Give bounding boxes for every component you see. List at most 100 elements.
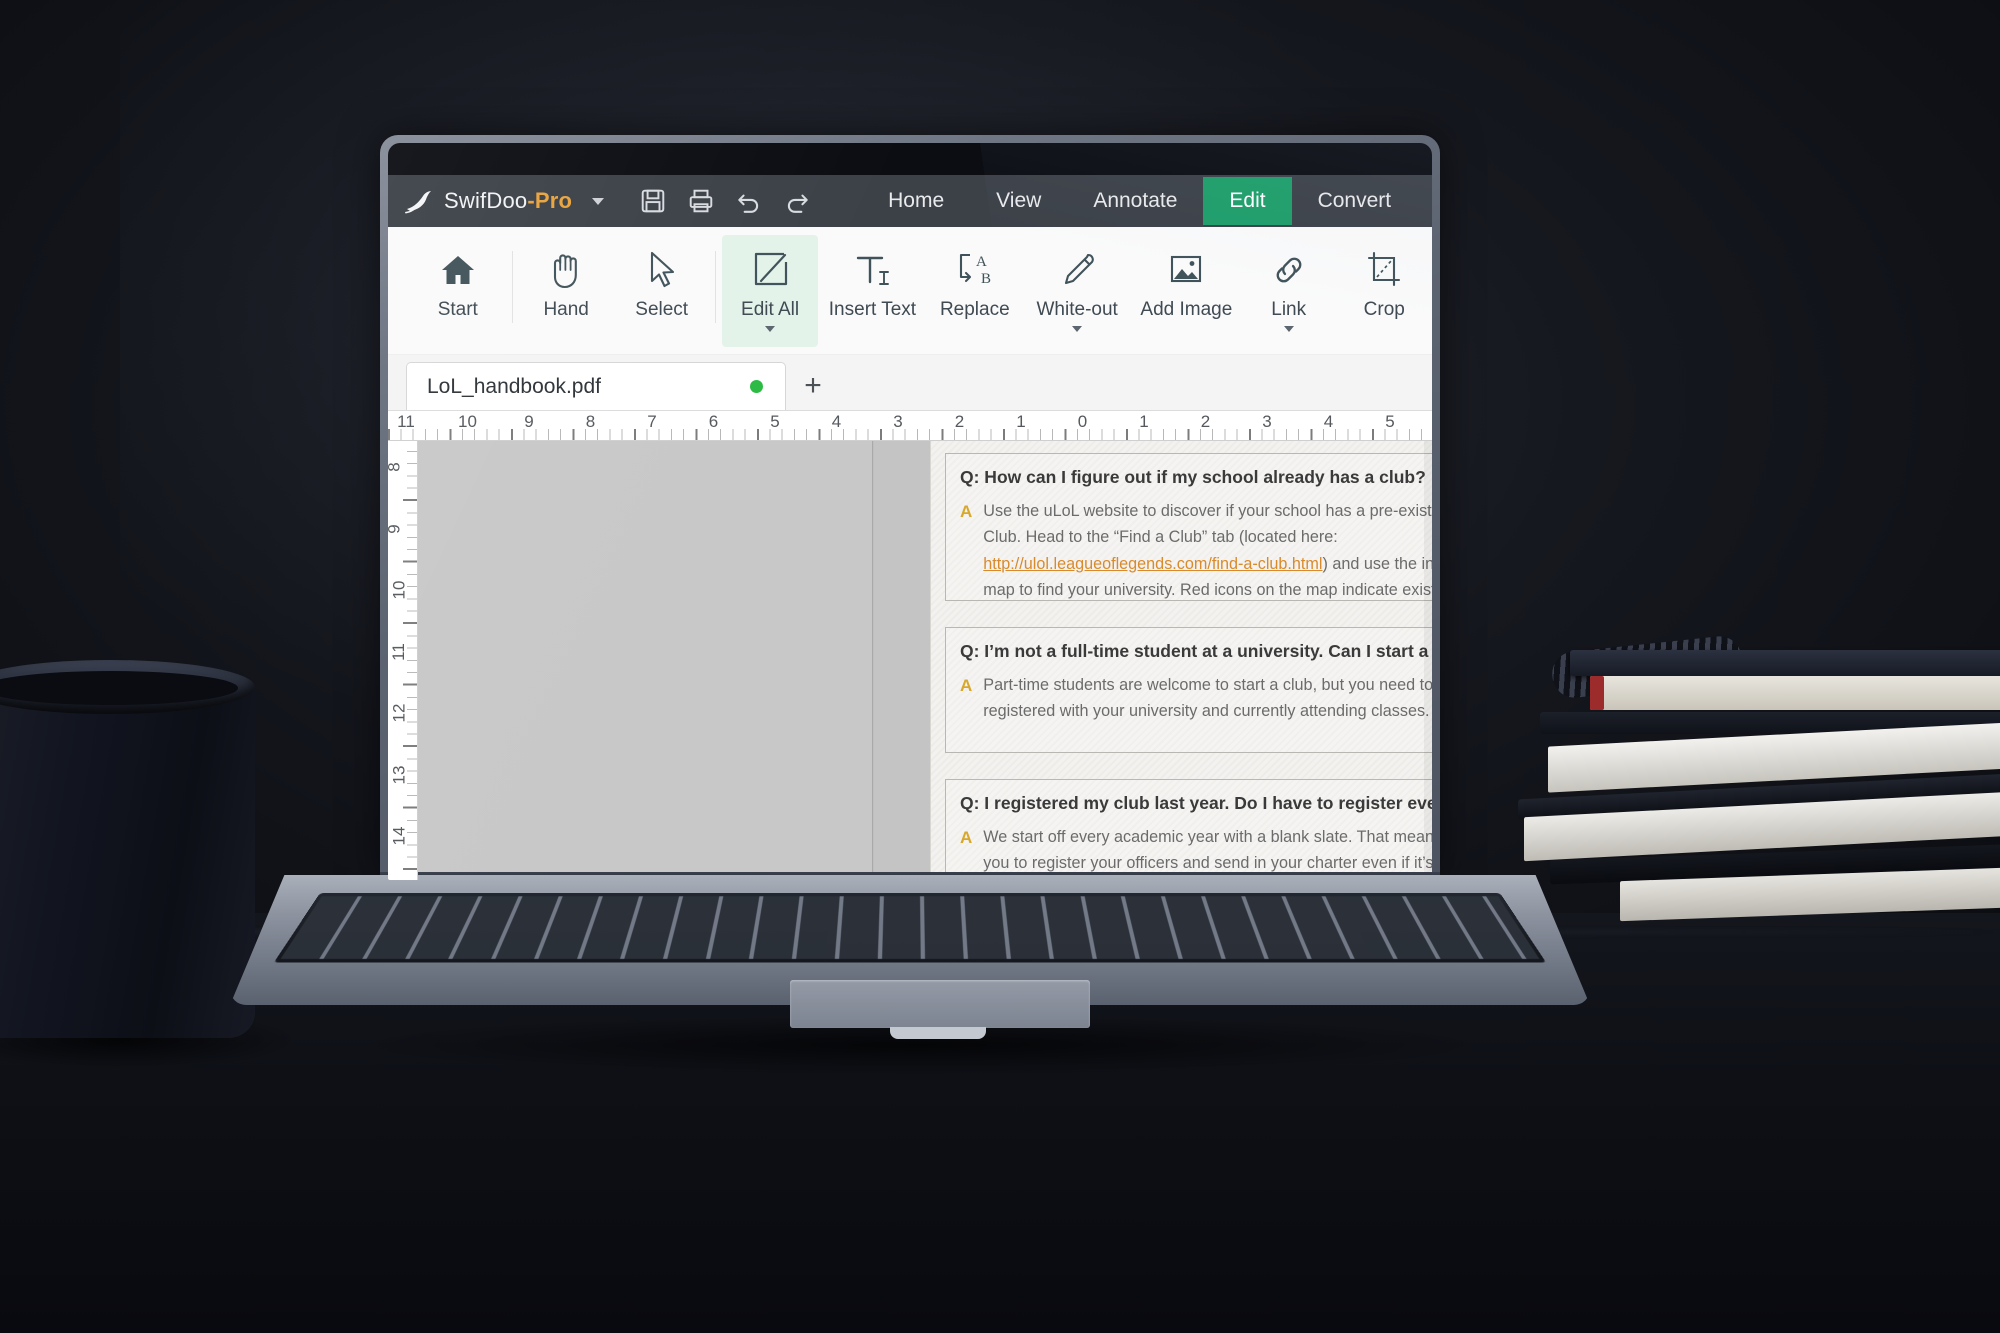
add-tab-button[interactable]: + bbox=[786, 362, 840, 410]
print-icon[interactable] bbox=[688, 188, 714, 214]
tool-label: Start bbox=[437, 299, 478, 320]
hruler-label: 1 bbox=[1139, 412, 1149, 431]
tool-replace[interactable]: A B Replace bbox=[927, 235, 1023, 347]
hruler-label: 2 bbox=[954, 412, 965, 431]
tool-dropdown-caret-icon[interactable] bbox=[1283, 326, 1294, 332]
faq-block[interactable]: Q: I’m not a full-time student at a univ… bbox=[945, 627, 1432, 753]
document-work-area: 1110987654321012345678910111213 89101112… bbox=[388, 411, 1432, 880]
vruler-label: 14 bbox=[389, 826, 409, 846]
hruler-label: 6 bbox=[708, 412, 719, 431]
tool-insert-text[interactable]: Insert Text bbox=[818, 235, 927, 347]
laptop: SwifDoo-Pro Home View Annotate Edit Conv… bbox=[230, 135, 1590, 1075]
link-icon bbox=[1269, 247, 1309, 293]
document-tab-strip: LoL_handbook.pdf + bbox=[388, 355, 1432, 411]
faq-answer-text: Part-time students are welcome to start … bbox=[983, 672, 1432, 724]
faq-block[interactable]: Q: How can I figure out if my school alr… bbox=[945, 453, 1432, 601]
hruler-label: 10 bbox=[458, 412, 477, 431]
faq-answer-pre: Part-time students are welcome to start … bbox=[983, 676, 1432, 721]
pdf-canvas[interactable]: Q: How can I figure out if my school alr… bbox=[418, 441, 1432, 880]
horizontal-ruler: 1110987654321012345678910111213 bbox=[388, 411, 1432, 441]
swifdoo-logo-icon bbox=[405, 191, 431, 214]
photo-scene: SwifDoo-Pro Home View Annotate Edit Conv… bbox=[0, 0, 2000, 1333]
document-tab-label: LoL_handbook.pdf bbox=[427, 374, 601, 398]
tool-select[interactable]: Select bbox=[614, 235, 710, 347]
tool-edit-all[interactable]: Edit All bbox=[722, 235, 818, 347]
faq-answer-row: A Part-time students are welcome to start… bbox=[960, 672, 1432, 724]
faq-answer-text: Use the uLoL website to discover if your… bbox=[983, 498, 1432, 600]
vertical-ruler: 891011121314151617 bbox=[388, 441, 418, 880]
laptop-screen-bezel: SwifDoo-Pro Home View Annotate Edit Conv… bbox=[388, 143, 1432, 880]
vruler-label: 8 bbox=[388, 462, 405, 471]
tool-label: Crop bbox=[1363, 299, 1405, 320]
undo-icon[interactable] bbox=[736, 188, 762, 214]
hruler-label: 1 bbox=[1016, 412, 1026, 431]
laptop-trackpad bbox=[790, 980, 1090, 1028]
tool-white-out[interactable]: White-out bbox=[1023, 235, 1132, 347]
tool-crop[interactable]: Crop bbox=[1336, 235, 1432, 347]
brand[interactable]: SwifDoo-Pro bbox=[404, 188, 605, 214]
tool-label: White-out bbox=[1036, 299, 1118, 320]
tool-link[interactable]: Link bbox=[1241, 235, 1337, 347]
document-tab[interactable]: LoL_handbook.pdf bbox=[406, 362, 786, 410]
canvas-scrollbar[interactable] bbox=[1424, 441, 1432, 880]
hruler-label: 11 bbox=[397, 412, 415, 431]
faq-answer-marker: A bbox=[960, 502, 973, 522]
hruler-label: 5 bbox=[770, 412, 780, 431]
hruler-label: 4 bbox=[831, 412, 842, 431]
laptop-lid-notch bbox=[890, 1027, 986, 1039]
tool-hand[interactable]: Hand bbox=[518, 235, 614, 347]
laptop-keyboard bbox=[273, 893, 1547, 963]
laptop-lid: SwifDoo-Pro Home View Annotate Edit Conv… bbox=[380, 135, 1440, 880]
pdf-page-current[interactable]: Q: How can I figure out if my school alr… bbox=[930, 441, 1432, 880]
menu-tab-page[interactable]: Page bbox=[1417, 177, 1432, 225]
menu-bar: SwifDoo-Pro Home View Annotate Edit Conv… bbox=[388, 175, 1432, 227]
tool-dropdown-caret-icon[interactable] bbox=[1072, 326, 1083, 332]
tool-label: Hand bbox=[543, 299, 589, 320]
whiteout-icon bbox=[1057, 247, 1097, 293]
hruler-major-ticks bbox=[388, 429, 1432, 440]
tool-dropdown-caret-icon[interactable] bbox=[765, 326, 776, 332]
faq-answer-pre: Use the uLoL website to discover if your… bbox=[983, 502, 1432, 547]
faq-answer-link[interactable]: http://ulol.leagueoflegends.com/find-a-c… bbox=[983, 555, 1322, 573]
crop-icon bbox=[1364, 247, 1404, 293]
tool-label: Replace bbox=[939, 299, 1010, 320]
menu-tab-edit[interactable]: Edit bbox=[1203, 177, 1292, 225]
vruler-label: 10 bbox=[389, 580, 409, 600]
hruler-label: 7 bbox=[647, 412, 657, 431]
quick-access-toolbar bbox=[640, 188, 810, 214]
tool-start[interactable]: Start bbox=[410, 235, 506, 347]
ribbon-divider bbox=[715, 251, 717, 323]
menu-tab-view[interactable]: View bbox=[970, 177, 1067, 225]
menu-tab-home[interactable]: Home bbox=[862, 177, 970, 225]
document-modified-dot-icon bbox=[750, 380, 763, 393]
menu-tab-convert[interactable]: Convert bbox=[1292, 177, 1418, 225]
faq-question: Q: I’m not a full-time student at a univ… bbox=[960, 641, 1432, 661]
insert-text-icon bbox=[852, 247, 892, 293]
book-bookmark bbox=[1590, 676, 1604, 710]
hruler-label: 8 bbox=[585, 412, 596, 431]
tool-add-image[interactable]: Add Image bbox=[1132, 235, 1241, 347]
add-image-icon bbox=[1166, 247, 1206, 293]
faq-question: Q: How can I figure out if my school alr… bbox=[960, 467, 1426, 487]
redo-icon[interactable] bbox=[784, 188, 810, 214]
vruler-label: 12 bbox=[389, 703, 409, 723]
hruler-label: 3 bbox=[893, 412, 903, 431]
vruler-label: 11 bbox=[388, 642, 408, 661]
brand-dropdown-caret-icon[interactable] bbox=[592, 197, 605, 205]
brand-name: SwifDoo-Pro bbox=[444, 188, 573, 213]
cursor-icon bbox=[645, 247, 679, 293]
keyboard-keys bbox=[280, 896, 1540, 959]
tool-label: Insert Text bbox=[828, 299, 917, 320]
faq-question: Q: I registered my club last year. Do I … bbox=[960, 793, 1432, 813]
svg-text:B: B bbox=[981, 271, 991, 287]
ribbon-divider bbox=[511, 251, 513, 323]
hruler-label: 4 bbox=[1323, 412, 1334, 431]
book-cover-1 bbox=[1570, 650, 2000, 676]
save-icon[interactable] bbox=[640, 188, 666, 214]
faq-block[interactable]: Q: I registered my club last year. Do I … bbox=[945, 779, 1432, 880]
hand-icon bbox=[547, 247, 585, 293]
faq-answer-row: A Use the uLoL website to discover if you… bbox=[960, 498, 1432, 600]
hruler-label: 0 bbox=[1077, 412, 1088, 431]
vruler-label: 13 bbox=[389, 765, 409, 784]
menu-tab-annotate[interactable]: Annotate bbox=[1067, 177, 1203, 225]
